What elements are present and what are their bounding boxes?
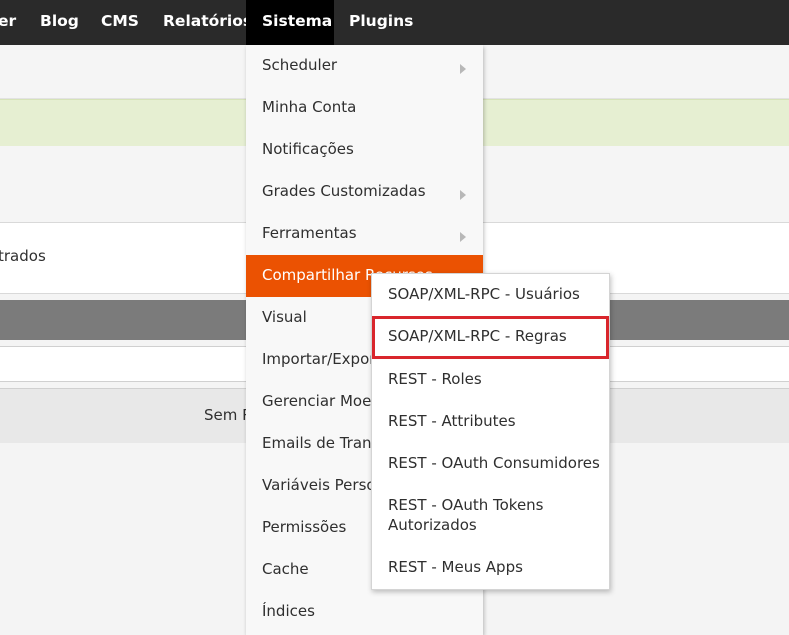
submenu-item-label: SOAP/XML-RPC - Usuários	[388, 285, 580, 303]
submenu-item-soap-usuarios[interactable]: SOAP/XML-RPC - Usuários	[372, 274, 609, 316]
top-nav: er Blog CMS Relatórios Sistema Plugins	[0, 0, 789, 45]
submenu-item-rest-attributes[interactable]: REST - Attributes	[372, 401, 609, 443]
nav-item-relatorios[interactable]: Relatórios	[163, 0, 252, 45]
submenu-item-label: REST - Roles	[388, 370, 482, 388]
menu-item-ferramentas[interactable]: Ferramentas	[246, 213, 483, 255]
compartilhar-recursos-submenu: SOAP/XML-RPC - Usuários SOAP/XML-RPC - R…	[371, 273, 610, 590]
menu-item-notificacoes[interactable]: Notificações	[246, 129, 483, 171]
submenu-item-label: REST - Meus Apps	[388, 558, 523, 576]
nav-item-sistema[interactable]: Sistema	[246, 0, 334, 45]
menu-item-label: Notificações	[262, 140, 354, 158]
nav-item-plugins[interactable]: Plugins	[349, 0, 413, 45]
menu-item-label: Cache	[262, 560, 309, 578]
nav-item-blog[interactable]: Blog	[40, 0, 79, 45]
nav-item-cms[interactable]: CMS	[101, 0, 139, 45]
nav-item-partial[interactable]: er	[0, 0, 16, 45]
records-count-text: trados	[0, 247, 46, 265]
submenu-item-label: REST - OAuth Tokens Autorizados	[388, 496, 544, 534]
submenu-item-rest-oauth-consumidores[interactable]: REST - OAuth Consumidores	[372, 443, 609, 485]
menu-item-label: Variáveis Perso	[262, 476, 376, 494]
menu-item-label: Importar/Expor	[262, 350, 376, 368]
chevron-right-icon	[460, 190, 466, 200]
menu-item-grades-customizadas[interactable]: Grades Customizadas	[246, 171, 483, 213]
menu-item-minha-conta[interactable]: Minha Conta	[246, 87, 483, 129]
chevron-right-icon	[460, 232, 466, 242]
submenu-item-rest-roles[interactable]: REST - Roles	[372, 359, 609, 401]
menu-item-scheduler[interactable]: Scheduler	[246, 45, 483, 87]
submenu-item-label: REST - Attributes	[388, 412, 516, 430]
submenu-item-soap-regras[interactable]: SOAP/XML-RPC - Regras	[372, 316, 609, 359]
submenu-item-rest-meus-apps[interactable]: REST - Meus Apps	[372, 547, 609, 589]
chevron-right-icon	[460, 64, 466, 74]
menu-item-label: Índices	[262, 602, 315, 620]
menu-item-indices[interactable]: Índices	[246, 591, 483, 633]
submenu-item-label: REST - OAuth Consumidores	[388, 454, 600, 472]
menu-item-label: Visual	[262, 308, 307, 326]
menu-item-label: Ferramentas	[262, 224, 357, 242]
submenu-item-rest-oauth-tokens[interactable]: REST - OAuth Tokens Autorizados	[372, 485, 609, 547]
menu-item-label: Minha Conta	[262, 98, 357, 116]
menu-item-label: Emails de Trans	[262, 434, 380, 452]
menu-item-label: Permissões	[262, 518, 347, 536]
menu-item-label: Grades Customizadas	[262, 182, 426, 200]
menu-item-label: Scheduler	[262, 56, 338, 74]
submenu-item-label: SOAP/XML-RPC - Regras	[388, 327, 567, 345]
menu-item-label: Gerenciar Moed	[262, 392, 381, 410]
